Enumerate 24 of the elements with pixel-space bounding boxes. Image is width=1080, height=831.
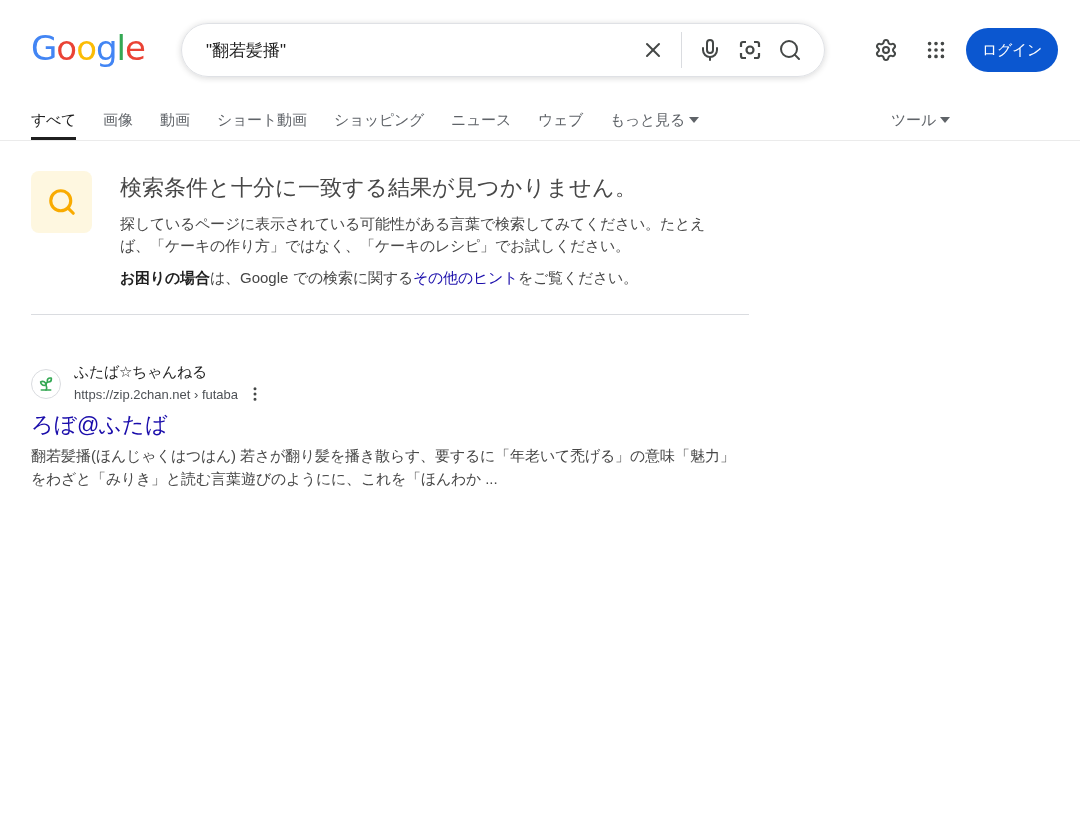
result-url: https://zip.2chan.net › futaba [74, 386, 239, 402]
caret-icon [689, 117, 699, 123]
tab[interactable]: ショート動画 [217, 100, 307, 140]
tab[interactable]: ニュース [451, 100, 511, 140]
result-snippet: 翻若髪播(ほんじゃくはつはん) 若さが翻り髪を播き散らす、要するに「年老いて禿げる」の意味「魅力」をわざと「みりき」と読む言葉遊びのようにに、これを「ほんわか ... [31, 446, 737, 489]
tab[interactable]: ショッピング [334, 100, 424, 140]
tools-tab[interactable]: ツール [891, 100, 950, 140]
site-name: ふたば☆ちゃんねる [74, 363, 209, 382]
tab[interactable]: ウェブ [538, 100, 583, 140]
tab[interactable]: すべて [31, 100, 76, 140]
help-text: お困りの場合は、Google での検索に関するその他のヒント をご覧ください。 [120, 269, 639, 288]
notice-title: 検索条件と十分に一致する結果が見つかりません。 [120, 174, 638, 202]
tab[interactable]: もっと見る [610, 100, 699, 140]
logo[interactable]: Google [31, 28, 181, 68]
search-icon [46, 187, 77, 217]
tab[interactable]: 画像 [103, 100, 133, 140]
caret-icon [940, 117, 950, 123]
search-field[interactable]: "翻若髪播" [204, 39, 633, 61]
notice-text: 探しているページに表示されている可能性がある言葉で検索してみてください。たとえば、「ケーキの作り方」ではなく、「ケーキのレシピ」でお試しください。 [120, 214, 706, 256]
hints-link[interactable]: その他のヒント [412, 269, 518, 286]
tab[interactable]: 動画 [160, 100, 190, 140]
result-title-link[interactable]: ろぼ@ふたば [31, 410, 749, 440]
login-button[interactable]: ログイン [966, 28, 1058, 72]
sprout-icon[interactable] [38, 375, 54, 392]
